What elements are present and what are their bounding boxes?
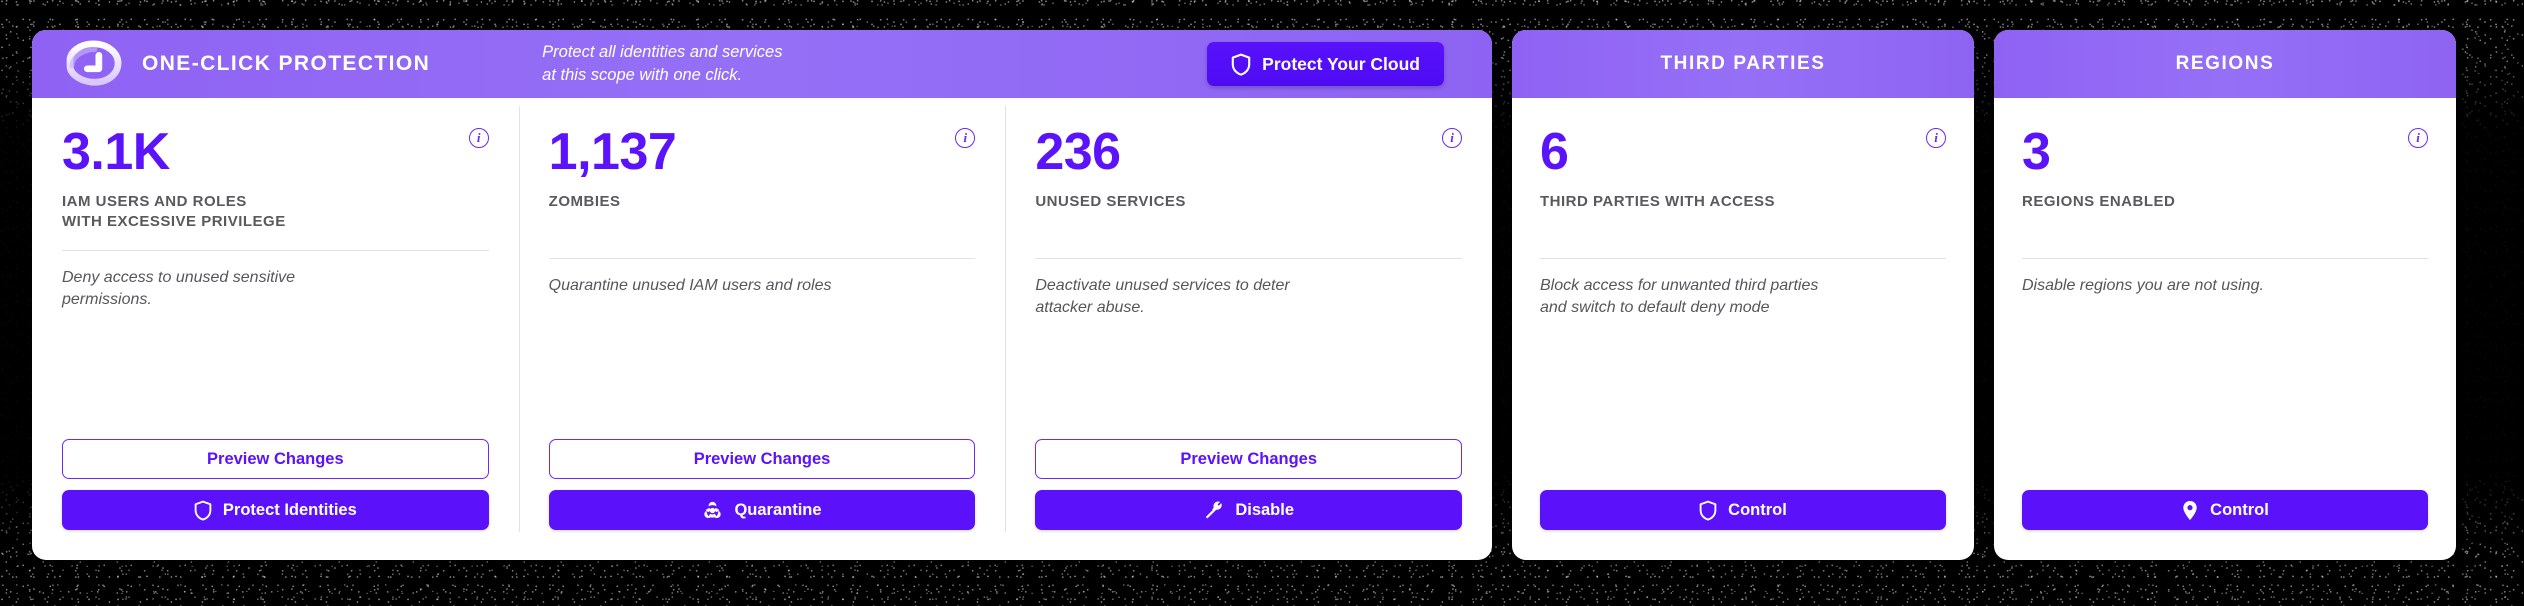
one-click-protection-card: ONE-CLICK PROTECTION Protect all identit… <box>32 30 1492 560</box>
one-click-protection-header: ONE-CLICK PROTECTION Protect all identit… <box>32 30 1492 98</box>
stat-label: UNUSED SERVICES <box>1035 193 1186 210</box>
quarantine-label: Quarantine <box>734 500 822 519</box>
metric-column-iam-users: 3.1K i IAM USERS AND ROLES WITH EXCESSIV… <box>32 98 519 560</box>
tools-icon <box>1203 500 1224 521</box>
stat-top: 6 i <box>1540 126 1946 178</box>
third-parties-card: THIRD PARTIES 6 i THIRD PARTIES WITH ACC… <box>1512 30 1974 560</box>
info-icon[interactable]: i <box>1442 128 1463 148</box>
preview-changes-label: Preview Changes <box>693 449 831 468</box>
info-icon[interactable]: i <box>955 128 976 148</box>
divider <box>2022 258 2428 260</box>
protect-identities-label: Protect Identities <box>222 500 357 519</box>
stat-description: Deny access to unused sensitive permissi… <box>62 269 296 309</box>
disable-button[interactable]: Disable <box>1035 490 1463 530</box>
shield-logo-icon <box>64 39 126 89</box>
one-click-protection-title: ONE-CLICK PROTECTION <box>142 52 431 75</box>
info-icon[interactable]: i <box>2408 128 2428 148</box>
stat-value: 1,137 <box>548 123 677 181</box>
stat-description: Deactivate unused services to deter atta… <box>1035 277 1290 317</box>
third-parties-control-label: Control <box>1728 500 1787 519</box>
preview-changes-button[interactable]: Preview Changes <box>62 439 489 479</box>
one-click-protection-body: 3.1K i IAM USERS AND ROLES WITH EXCESSIV… <box>32 98 1492 560</box>
regions-control-button[interactable]: Control <box>2022 490 2428 530</box>
stat-top: 236 i <box>1035 123 1463 181</box>
stat-value: 236 <box>1035 123 1121 181</box>
brand-block: ONE-CLICK PROTECTION <box>54 39 430 89</box>
shield-icon <box>1699 500 1717 521</box>
shield-icon <box>194 500 212 521</box>
stat-top: 3.1K i <box>62 126 489 178</box>
preview-changes-button[interactable]: Preview Changes <box>1035 439 1463 479</box>
one-click-protection-subtitle: Protect all identities and services at t… <box>542 42 783 84</box>
stat-label: IAM USERS AND ROLES WITH EXCESSIVE PRIVI… <box>62 193 286 231</box>
preview-changes-label: Preview Changes <box>1180 449 1317 468</box>
info-icon[interactable]: i <box>1926 128 1946 148</box>
regions-body: 3 i REGIONS ENABLED Disable regions you … <box>1994 98 2456 560</box>
biohazard-icon <box>702 500 723 521</box>
shield-icon <box>1231 53 1251 76</box>
protect-your-cloud-label: Protect Your Cloud <box>1262 53 1420 74</box>
divider <box>62 250 489 252</box>
stat-description: Block access for unwanted third parties … <box>1540 277 1819 317</box>
protect-your-cloud-button[interactable]: Protect Your Cloud <box>1207 42 1444 86</box>
divider <box>1540 258 1946 260</box>
regions-header: REGIONS <box>1994 30 2456 98</box>
dashboard-stage: ONE-CLICK PROTECTION Protect all identit… <box>0 0 2524 606</box>
quarantine-button[interactable]: Quarantine <box>548 490 976 530</box>
stat-top: 1,137 i <box>549 126 976 178</box>
divider <box>548 258 976 260</box>
stat-label: THIRD PARTIES WITH ACCESS <box>1540 193 1776 210</box>
preview-changes-button[interactable]: Preview Changes <box>548 439 976 479</box>
metric-column-zombies: 1,137 i ZOMBIES Quarantine unused IAM us… <box>518 98 1006 560</box>
stat-value: 3 <box>2022 123 2051 181</box>
preview-changes-label: Preview Changes <box>207 449 344 468</box>
protect-identities-button[interactable]: Protect Identities <box>62 490 489 530</box>
third-parties-header: THIRD PARTIES <box>1512 30 1974 98</box>
metric-column-unused-services: 236 i UNUSED SERVICES Deactivate unused … <box>1005 98 1492 560</box>
metric-columns: 3.1K i IAM USERS AND ROLES WITH EXCESSIV… <box>32 98 1492 560</box>
disable-label: Disable <box>1235 500 1295 519</box>
regions-control-label: Control <box>2210 500 2269 519</box>
divider <box>1035 258 1463 260</box>
stat-label: REGIONS ENABLED <box>2022 193 2176 210</box>
stat-label: ZOMBIES <box>548 193 621 210</box>
location-pin-icon <box>2181 500 2199 521</box>
stat-description: Quarantine unused IAM users and roles <box>548 277 832 295</box>
third-parties-body: 6 i THIRD PARTIES WITH ACCESS Block acce… <box>1512 98 1974 560</box>
stat-value: 3.1K <box>62 123 170 181</box>
regions-title: REGIONS <box>2175 53 2275 74</box>
third-parties-control-button[interactable]: Control <box>1540 490 1946 530</box>
stat-description: Disable regions you are not using. <box>2022 277 2264 295</box>
stat-value: 6 <box>1540 123 1569 181</box>
regions-card: REGIONS 3 i REGIONS ENABLED Disable regi… <box>1994 30 2456 560</box>
info-icon[interactable]: i <box>468 128 489 148</box>
stat-top: 3 i <box>2022 126 2428 178</box>
third-parties-title: THIRD PARTIES <box>1660 53 1826 74</box>
